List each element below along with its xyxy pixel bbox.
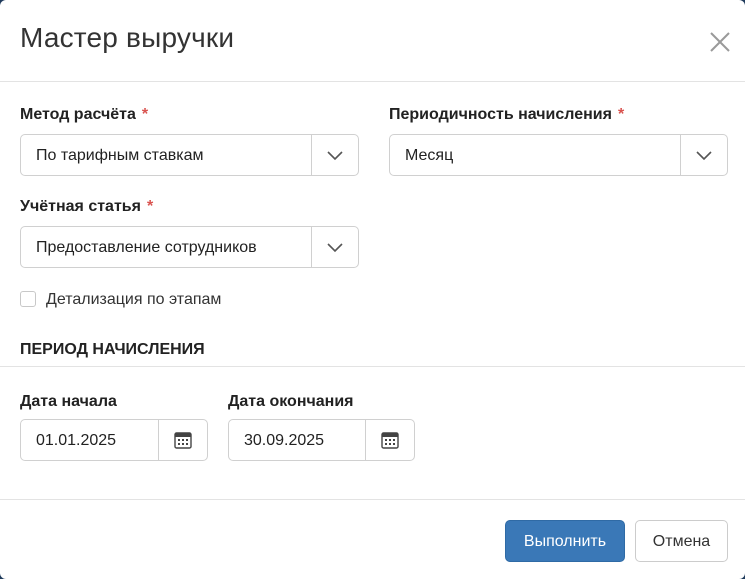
periodicity-dropdown-toggle[interactable]	[680, 135, 727, 175]
method-label: Метод расчёта *	[20, 106, 148, 124]
start-date-field[interactable]: 01.01.2025	[20, 419, 208, 461]
period-section-title: ПЕРИОД НАЧИСЛЕНИЯ	[20, 341, 205, 358]
account-item-label: Учётная статья *	[20, 198, 153, 216]
execute-button[interactable]: Выполнить	[505, 520, 625, 562]
dialog-header: Мастер выручки	[0, 0, 745, 82]
required-mark: *	[146, 198, 154, 215]
account-item-label-text: Учётная статья	[20, 198, 141, 215]
close-button[interactable]	[706, 28, 734, 56]
start-date-value[interactable]: 01.01.2025	[36, 432, 116, 450]
calendar-icon	[381, 432, 399, 449]
end-date-calendar-button[interactable]	[365, 420, 414, 460]
end-date-field[interactable]: 30.09.2025	[228, 419, 415, 461]
footer-divider	[0, 499, 745, 500]
required-mark: *	[617, 106, 625, 123]
start-date-label: Дата начала	[20, 393, 117, 410]
periodicity-select-value: Месяц	[405, 147, 454, 164]
account-item-select-value: Предоставление сотрудников	[36, 239, 257, 256]
chevron-down-icon	[696, 151, 712, 161]
periodicity-label: Периодичность начисления *	[389, 106, 624, 124]
revenue-wizard-dialog: Мастер выручки Метод расчёта * По тарифны…	[0, 0, 745, 579]
periodicity-label-text: Периодичность начисления	[389, 106, 612, 123]
method-select-value: По тарифным ставкам	[36, 147, 204, 164]
end-date-value[interactable]: 30.09.2025	[244, 432, 324, 450]
section-divider	[0, 366, 745, 367]
method-select[interactable]: По тарифным ставкам	[20, 134, 359, 176]
chevron-down-icon	[327, 243, 343, 253]
calendar-icon	[174, 432, 192, 449]
detail-by-stages-label: Детализация по этапам	[46, 291, 222, 308]
detail-by-stages-checkbox[interactable]	[20, 291, 36, 307]
required-mark: *	[141, 106, 149, 123]
periodicity-select[interactable]: Месяц	[389, 134, 728, 176]
method-dropdown-toggle[interactable]	[311, 135, 358, 175]
account-item-dropdown-toggle[interactable]	[311, 227, 358, 267]
cancel-button[interactable]: Отмена	[635, 520, 728, 562]
account-item-select[interactable]: Предоставление сотрудников	[20, 226, 359, 268]
dialog-title: Мастер выручки	[20, 22, 235, 53]
close-icon	[710, 32, 730, 52]
start-date-calendar-button[interactable]	[158, 420, 207, 460]
end-date-label: Дата окончания	[228, 393, 354, 410]
method-label-text: Метод расчёта	[20, 106, 136, 123]
chevron-down-icon	[327, 151, 343, 161]
